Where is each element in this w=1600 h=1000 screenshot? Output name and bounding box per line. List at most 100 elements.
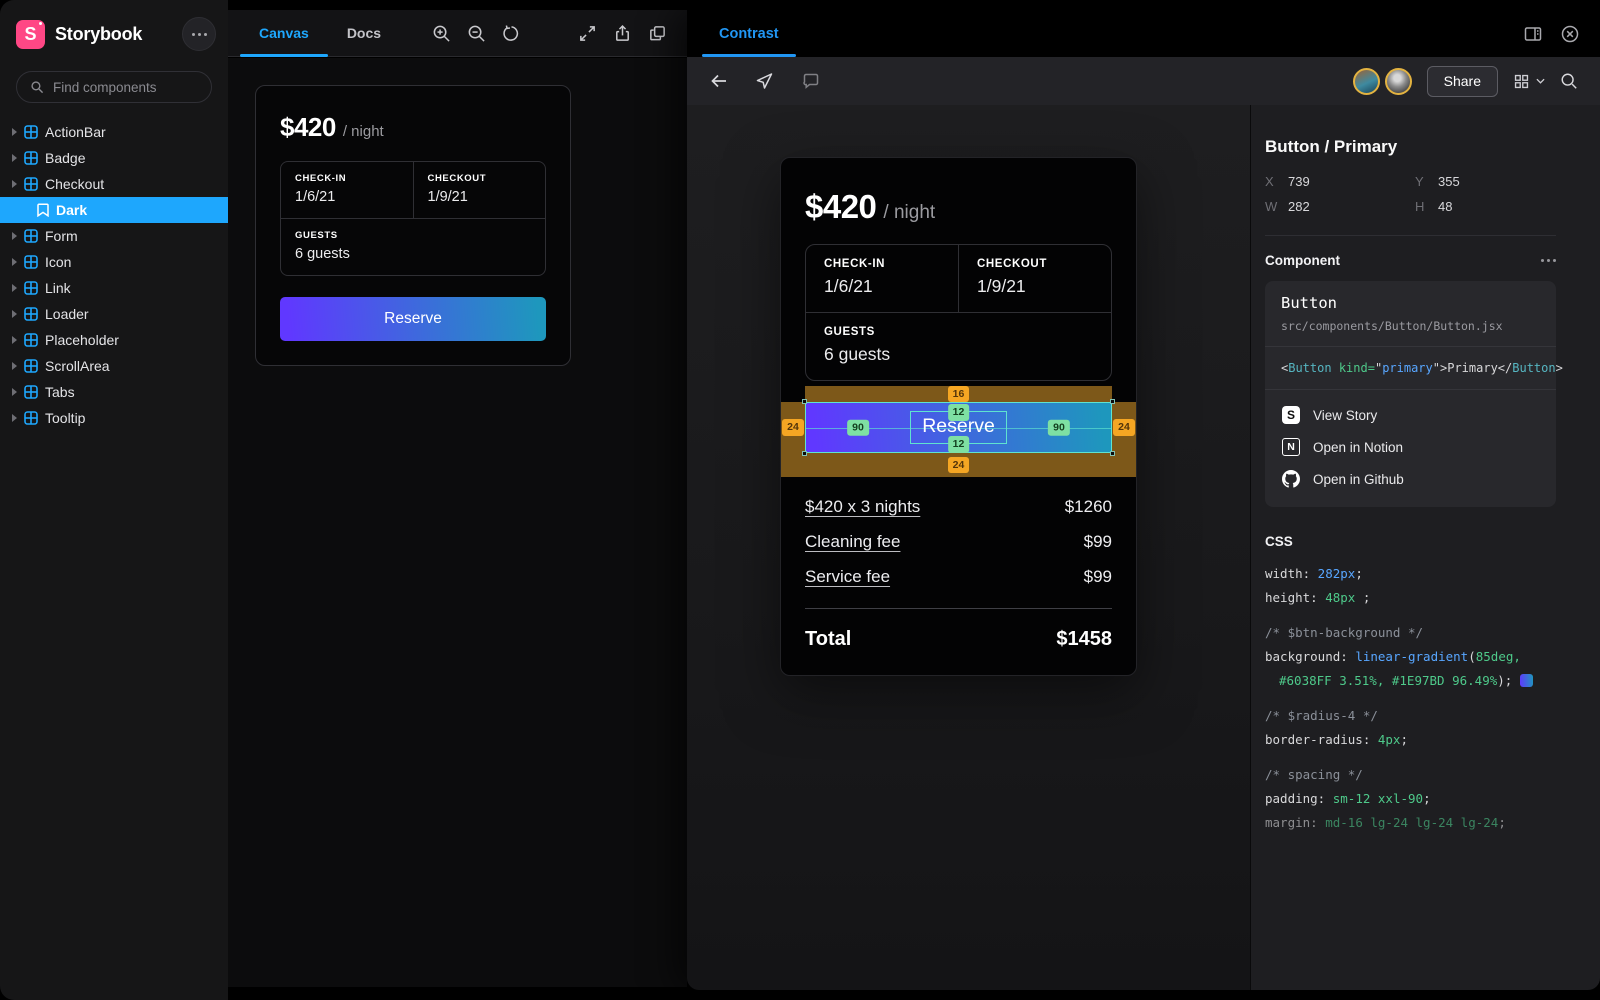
checkout-value: 1/9/21 [977,276,1026,296]
sidebar-item-label: Loader [45,306,89,322]
checkout-field[interactable]: CHECKOUT 1/9/21 [412,162,546,218]
fullscreen-icon[interactable] [578,24,597,43]
reserve-button[interactable]: Reserve [280,297,546,341]
component-icon [24,229,38,243]
checkin-field[interactable]: CHECK-IN 1/6/21 [281,162,413,218]
total-row: Total $1458 [805,628,1112,651]
fee-label[interactable]: $420 x 3 nights [805,497,920,517]
search-icon[interactable] [1560,72,1578,90]
dates-box: CHECK-IN 1/6/21 CHECKOUT 1/9/21 GUESTS 6… [805,244,1112,381]
avatar[interactable] [1384,67,1412,95]
resize-handle[interactable] [802,451,807,456]
guests-value: 6 guests [295,246,350,262]
sidebar-item-label: Icon [45,254,72,270]
checkin-field[interactable]: CHECK-IN 1/6/21 [806,245,958,312]
caret-right-icon [12,128,17,136]
caret-right-icon [12,284,17,292]
component-path: src/components/Button/Button.jsx [1281,319,1503,333]
inspector-panel: Button / Primary X 739 Y 355 W 282 H 48 Comp… [1250,105,1600,990]
price-breakdown: $420 x 3 nights $1260 Cleaning fee $99 S… [805,489,1112,594]
view-story-link[interactable]: S View Story [1281,399,1540,431]
sidebar-item-loader[interactable]: Loader [0,301,228,327]
storybook-icon: S [1281,406,1301,424]
tab-canvas[interactable]: Canvas [240,10,328,57]
open-in-notion-link[interactable]: N Open in Notion [1281,431,1540,463]
zoom-in-icon[interactable] [432,24,451,43]
panel-toggle-icon[interactable] [1523,24,1543,44]
reserve-button[interactable]: 12 12 90 90 Reserve [802,399,1115,456]
caret-right-icon [12,388,17,396]
sidebar-item-label: Placeholder [45,332,119,348]
zoom-out-icon[interactable] [467,24,486,43]
css-section-header: CSS [1265,534,1293,549]
h-value: 48 [1438,199,1453,214]
open-in-github-link[interactable]: Open in Github [1281,463,1540,495]
sidebar-item-tooltip[interactable]: Tooltip [0,405,228,431]
fee-label[interactable]: Service fee [805,567,890,587]
sidebar-item-badge[interactable]: Badge [0,145,228,171]
resize-handle[interactable] [1110,399,1115,404]
link-label: View Story [1313,407,1378,423]
guests-label: GUESTS [824,326,875,338]
sidebar: S Storybook Find components ActionBar Ba… [0,0,228,1000]
design-canvas[interactable]: $420 / night CHECK-IN 1/6/21 CHECKOUT 1/… [687,105,1250,990]
link-label: Open in Notion [1313,439,1404,455]
copy-icon[interactable] [648,24,667,43]
checkout-label: CHECKOUT [977,258,1047,270]
zoom-reset-icon[interactable] [502,24,521,43]
storybook-logo[interactable]: S [16,19,45,49]
sidebar-item-label: Dark [56,202,88,218]
fee-label[interactable]: Cleaning fee [805,532,900,552]
back-icon[interactable] [709,71,729,91]
search-icon [30,80,44,94]
sidebar-item-scrollarea[interactable]: ScrollArea [0,353,228,379]
component-icon [24,359,38,373]
checkout-label: CHECKOUT [427,173,487,184]
fee-value: $99 [1083,531,1112,551]
sidebar-item-link[interactable]: Link [0,275,228,301]
sidebar-item-label: Form [45,228,78,244]
margin-band-bottom: 24 [781,453,1136,477]
sidebar-item-icon[interactable]: Icon [0,249,228,275]
sidebar-item-checkout[interactable]: Checkout [0,171,228,197]
sidebar-item-form[interactable]: Form [0,223,228,249]
sidebar-item-placeholder[interactable]: Placeholder [0,327,228,353]
tab-contrast[interactable]: Contrast [702,10,796,57]
h-label: H [1415,199,1425,214]
component-icon [24,177,38,191]
more-options-icon[interactable] [1541,255,1556,266]
checkin-value: 1/6/21 [295,189,336,205]
sidebar-item-tabs[interactable]: Tabs [0,379,228,405]
component-icon [24,255,38,269]
avatar[interactable] [1352,67,1380,95]
close-icon[interactable] [1560,24,1580,44]
component-icon [24,125,38,139]
sidebar-item-dark[interactable]: Dark [0,197,228,223]
search-input[interactable]: Find components [16,71,212,103]
caret-right-icon [12,310,17,318]
guests-field[interactable]: GUESTS 6 guests [806,312,1111,380]
component-icon [24,333,38,347]
padding-top-badge: 12 [947,404,970,421]
booking-card-preview: $420 / night CHECK-IN 1/6/21 CHECKOUT 1/… [255,85,571,366]
comment-icon[interactable] [801,71,821,91]
tab-contrast-label: Contrast [719,25,779,42]
checkout-value: 1/9/21 [427,189,468,205]
sidebar-item-actionbar[interactable]: ActionBar [0,119,228,145]
margin-band-left: 24 [781,402,805,453]
share-export-icon[interactable] [613,24,632,43]
resize-handle[interactable] [802,399,807,404]
guests-field[interactable]: GUESTS 6 guests [281,218,545,275]
tab-docs[interactable]: Docs [328,10,400,56]
resize-handle[interactable] [1110,451,1115,456]
total-value: $1458 [1056,628,1112,650]
checkout-field[interactable]: CHECKOUT 1/9/21 [958,245,1111,312]
sidebar-item-label: Tabs [45,384,75,400]
sidebar-item-label: Tooltip [45,410,86,426]
layout-grid-menu[interactable] [1513,73,1545,90]
fee-value: $1260 [1064,496,1112,516]
cursor-icon[interactable] [755,71,775,91]
price: $420 [280,112,336,142]
sidebar-menu-button[interactable] [182,17,216,51]
share-button[interactable]: Share [1426,65,1498,97]
